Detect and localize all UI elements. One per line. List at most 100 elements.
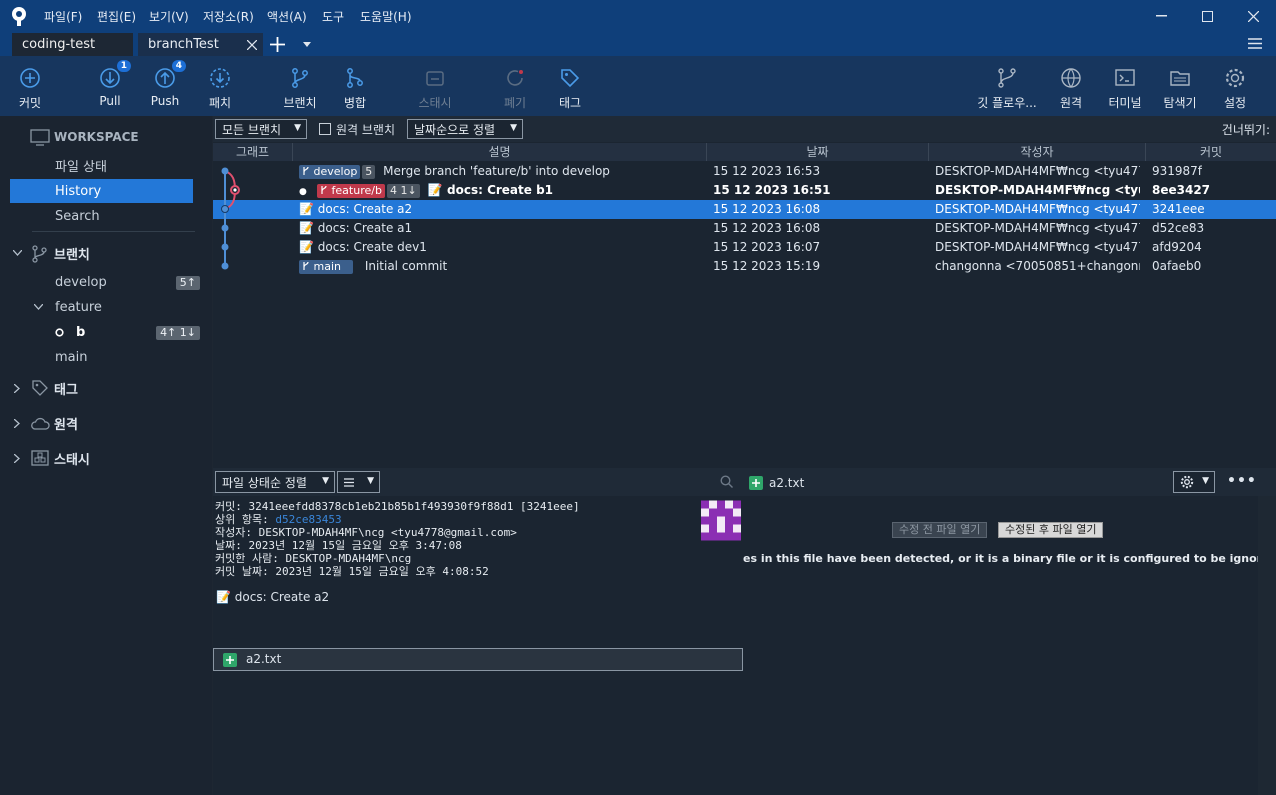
diff-scrollbar[interactable]: [1258, 496, 1276, 795]
branch-icon: [303, 261, 309, 270]
more-options-icon[interactable]: •••: [1227, 473, 1257, 489]
commit-row[interactable]: 📝 docs: Create a1 15 12 2023 16:08 DESKT…: [213, 219, 1276, 238]
maximize-button[interactable]: [1184, 0, 1230, 32]
commit-date: 15 12 2023 16:08: [713, 221, 821, 235]
cloud-icon: [31, 417, 50, 430]
sidebar-section-label: 태그: [54, 383, 78, 398]
commit-row[interactable]: 📝 docs: Create a2 15 12 2023 16:08 DESKT…: [213, 200, 1276, 219]
sidebar-branch-main[interactable]: main: [0, 345, 212, 370]
head-marker-icon: ●: [299, 187, 307, 197]
branch-button[interactable]: 브랜치: [276, 56, 324, 116]
terminal-label: 터미널: [1108, 96, 1142, 110]
menu-tools[interactable]: 도구: [322, 8, 344, 25]
menu-view[interactable]: 보기(V): [149, 8, 189, 25]
parent-link[interactable]: d52ce83453: [275, 513, 341, 526]
menu-file[interactable]: 파일(F): [44, 8, 82, 25]
author-line: 작성자: DESKTOP-MDAH4MF\ncg <tyu4778@gmail.…: [215, 526, 517, 539]
close-button[interactable]: [1230, 0, 1276, 32]
tab-branchtest[interactable]: branchTest: [138, 33, 263, 56]
stash-button[interactable]: 스태시: [410, 56, 460, 116]
chevron-right-icon: [14, 419, 20, 428]
commit-message: docs: Create b1: [447, 183, 554, 197]
menu-repository[interactable]: 저장소(R): [203, 8, 254, 25]
chevron-down-icon: ▼: [367, 476, 374, 486]
discard-button[interactable]: 폐기: [494, 56, 536, 116]
sidebar-section-remotes[interactable]: 원격: [0, 411, 212, 436]
sidebar-item-search[interactable]: Search: [0, 204, 212, 229]
settings-button[interactable]: 설정: [1214, 56, 1256, 116]
commit-date: 15 12 2023 15:19: [713, 259, 821, 273]
commit-history-panel: 모든 브랜치 ▼ 원격 브랜치 날짜순으로 정렬 ▼ 건너뛰기: 그래프 설명 날짜…: [213, 116, 1276, 468]
commit-message: Merge branch 'feature/b' into develop: [383, 164, 610, 178]
hamburger-menu-icon[interactable]: [1248, 38, 1262, 49]
folder-icon: [1170, 71, 1190, 86]
column-date[interactable]: 날짜: [707, 143, 929, 161]
menu-help[interactable]: 도움말(H): [360, 8, 412, 25]
menu-edit[interactable]: 편집(E): [97, 8, 136, 25]
tab-close-icon[interactable]: [247, 40, 257, 50]
tab-label: branchTest: [148, 37, 219, 52]
tag-label: 태그: [558, 96, 582, 110]
open-before-button[interactable]: 수정 전 파일 열기: [892, 522, 988, 538]
commit-button[interactable]: 커밋: [6, 56, 54, 116]
sidebar-section-tags[interactable]: 태그: [0, 376, 212, 401]
sidebar-branch-b[interactable]: b 4↑ 1↓: [0, 320, 212, 345]
gitflow-button[interactable]: 깃 플로우...: [972, 56, 1042, 116]
tab-coding-test[interactable]: coding-test: [12, 33, 133, 56]
minimize-icon: [1155, 15, 1167, 17]
commit-date: 15 12 2023 16:51: [713, 183, 831, 197]
commit-author: DESKTOP-MDAH4MF₩ncg <tyu4778: [935, 240, 1140, 254]
terminal-button[interactable]: 터미널: [1102, 56, 1148, 116]
sidebar-section-stashes[interactable]: 스태시: [0, 446, 212, 471]
commit-row[interactable]: main Initial commit 15 12 2023 15:19 cha…: [213, 257, 1276, 276]
merge-button[interactable]: 병합: [333, 56, 377, 116]
graph-node: [221, 224, 229, 232]
remote-branches-checkbox[interactable]: [319, 123, 331, 135]
sidebar-folder-feature[interactable]: feature: [0, 295, 212, 320]
commit-row[interactable]: ● feature/b 4 1↓ 📝 docs: Create b1 15 12 …: [213, 181, 1276, 200]
tag-button[interactable]: 태그: [549, 56, 591, 116]
remote-button[interactable]: 원격: [1050, 56, 1092, 116]
column-commit[interactable]: 커밋: [1146, 143, 1276, 161]
diff-options-dropdown[interactable]: ▼: [1173, 471, 1215, 493]
maximize-icon: [1201, 10, 1213, 22]
branch-filter-dropdown[interactable]: 모든 브랜치 ▼: [215, 119, 307, 139]
changed-file-row[interactable]: a2.txt: [213, 648, 743, 671]
commit-author: DESKTOP-MDAH4MF₩ncg <tyu4778: [935, 183, 1140, 197]
fetch-button[interactable]: 패치: [198, 56, 242, 116]
sort-dropdown[interactable]: 날짜순으로 정렬 ▼: [407, 119, 523, 139]
ref-label: develop: [313, 164, 358, 178]
tag-icon: [32, 380, 48, 396]
sidebar-divider: [32, 231, 195, 232]
sidebar-item-file-status[interactable]: 파일 상태: [0, 153, 212, 178]
commit-row[interactable]: develop 5 Merge branch 'feature/b' into d…: [213, 162, 1276, 181]
file-sort-dropdown[interactable]: 파일 상태순 정렬 ▼: [215, 471, 335, 493]
terminal-icon: [1115, 69, 1135, 86]
details-toolbar: 파일 상태순 정렬 ▼ ▼: [213, 468, 743, 496]
column-graph[interactable]: 그래프: [213, 143, 293, 161]
view-mode-dropdown[interactable]: ▼: [337, 471, 380, 493]
column-description[interactable]: 설명: [293, 143, 707, 161]
ref-label: main: [313, 259, 341, 273]
sidebar-section-label: 브랜치: [54, 248, 90, 263]
push-icon: [155, 68, 175, 88]
sidebar-section-branches[interactable]: 브랜치: [0, 241, 212, 266]
workspace-label: WORKSPACE: [54, 130, 139, 144]
pull-button[interactable]: 1 Pull: [88, 56, 132, 116]
menu-actions[interactable]: 액션(A): [267, 8, 307, 25]
column-author[interactable]: 작성자: [929, 143, 1146, 161]
sidebar-branch-develop[interactable]: develop 5↑: [0, 270, 212, 295]
push-button[interactable]: 4 Push: [143, 56, 187, 116]
minimize-button[interactable]: [1138, 0, 1184, 32]
new-tab-icon[interactable]: [270, 37, 285, 52]
commit-row[interactable]: 📝 docs: Create dev1 15 12 2023 16:07 DES…: [213, 238, 1276, 257]
sidebar-item-history[interactable]: History: [10, 179, 193, 203]
explorer-button[interactable]: 탐색기: [1156, 56, 1204, 116]
push-badge: 4: [171, 60, 186, 72]
diff-header: a2.txt ▼ •••: [743, 468, 1276, 496]
search-icon[interactable]: [720, 475, 733, 488]
open-after-button[interactable]: 수정된 후 파일 열기: [998, 522, 1104, 538]
graph-node: [221, 167, 229, 175]
commit-message: docs: Create a2: [317, 202, 413, 216]
tab-dropdown-icon[interactable]: [303, 42, 311, 47]
